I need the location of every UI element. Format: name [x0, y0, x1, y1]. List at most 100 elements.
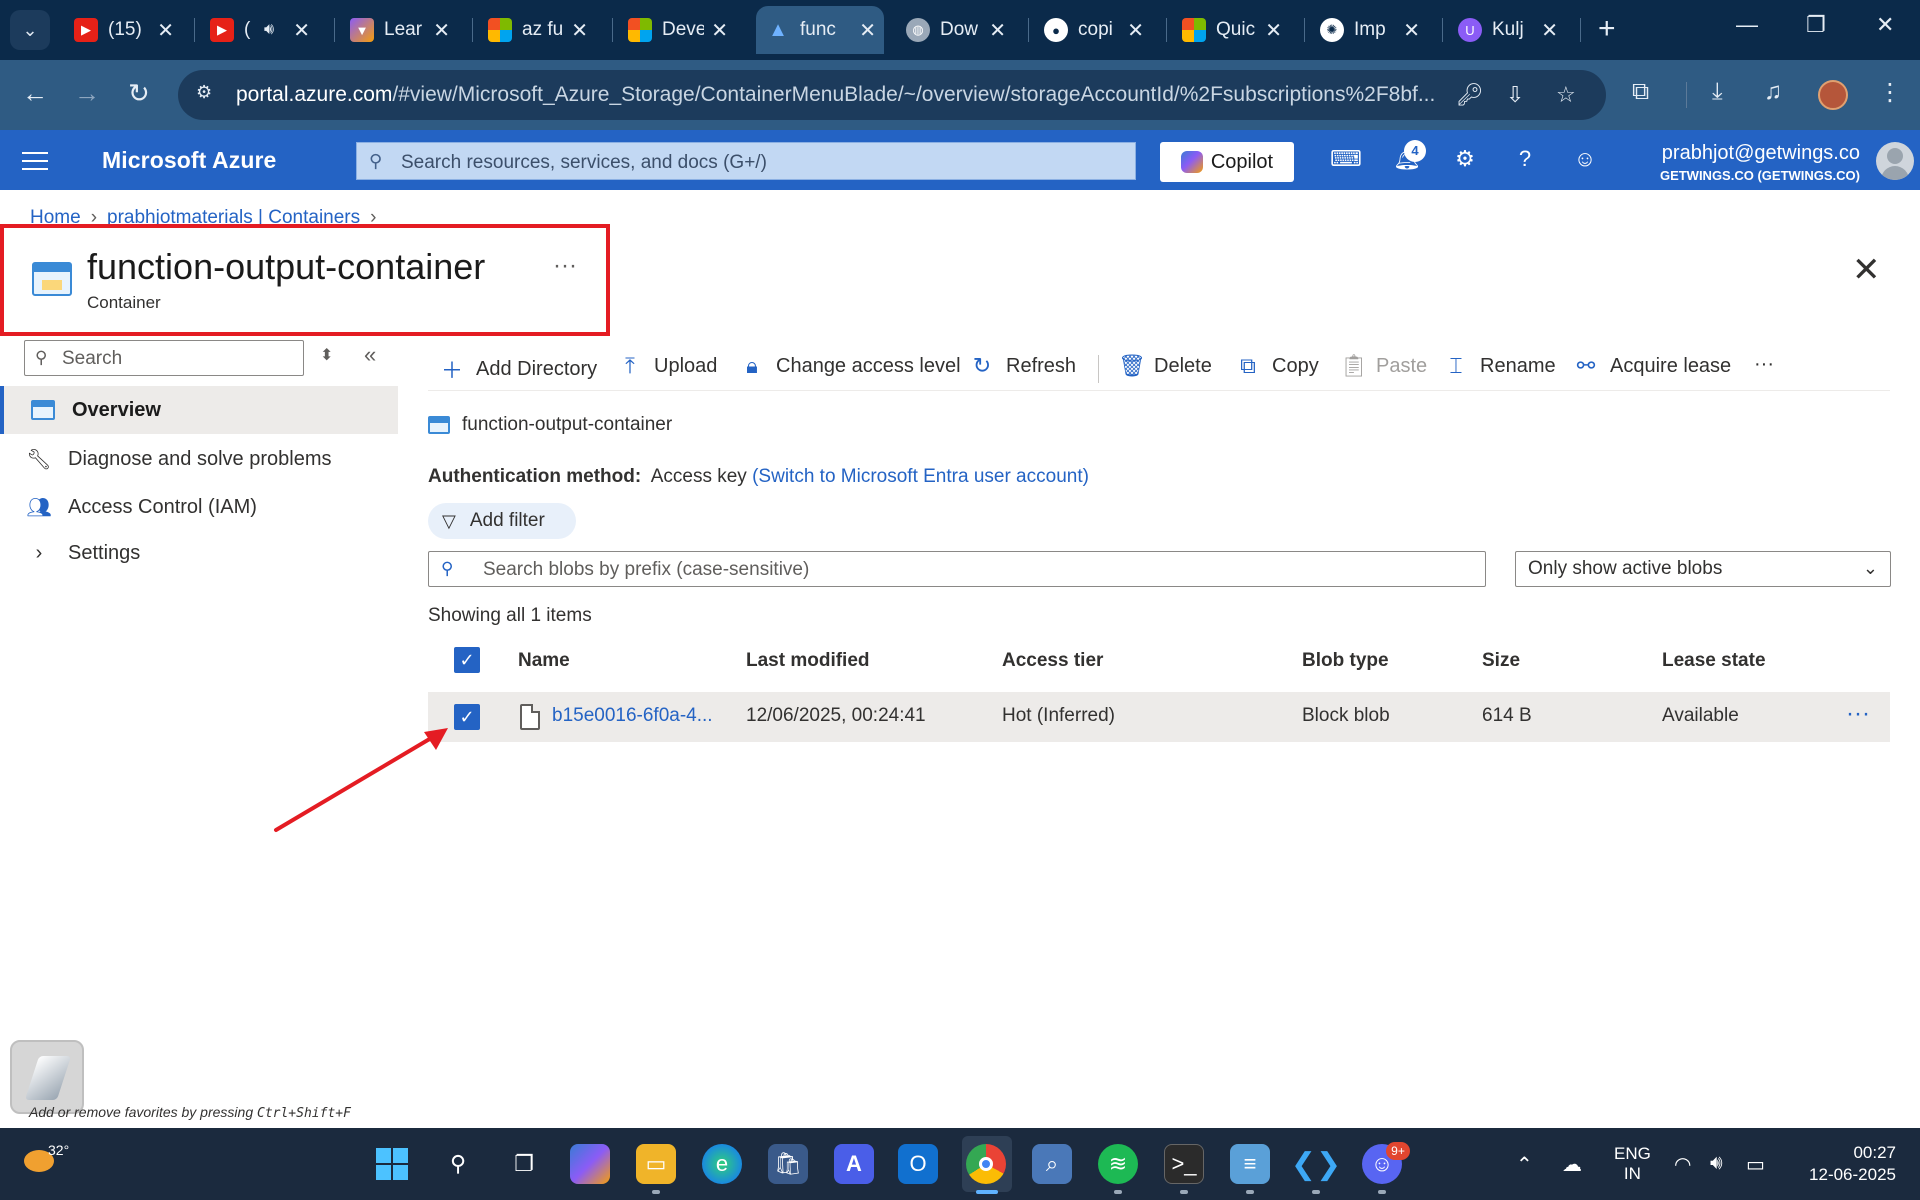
new-tab-button[interactable]: +	[1598, 12, 1616, 46]
language-indicator[interactable]: ENG IN	[1614, 1144, 1651, 1184]
browser-tab-youtube-2[interactable]: ▶ ( 🔊︎ ✕	[200, 6, 318, 54]
battery-icon[interactable]: ▭	[1746, 1152, 1765, 1177]
browser-tab-azure-active[interactable]: ▲ func ✕	[756, 6, 884, 54]
close-blade-icon[interactable]: ✕	[1852, 250, 1881, 290]
global-search-input[interactable]: ⚲ Search resources, services, and docs (…	[356, 142, 1136, 180]
close-tab-icon[interactable]: ✕	[157, 18, 174, 43]
sidebar-item-overview[interactable]: Overview	[0, 386, 398, 434]
browser-tab-youtube-1[interactable]: ▶ (15) ✕	[64, 6, 182, 54]
close-tab-icon[interactable]: ✕	[433, 18, 450, 43]
copy-button[interactable]: ⧉ Copy	[1236, 353, 1319, 379]
copilot-icon[interactable]	[570, 1144, 610, 1184]
wifi-icon[interactable]: ◠	[1674, 1152, 1691, 1177]
onedrive-icon[interactable]: ☁︎	[1562, 1152, 1582, 1177]
tab-search-button[interactable]: ⌄	[10, 10, 50, 50]
ai-app-icon[interactable]: A	[834, 1144, 874, 1184]
search-icon[interactable]: ⚲	[438, 1144, 478, 1184]
restore-icon[interactable]: ❐	[1806, 12, 1826, 38]
reload-button[interactable]: ↻	[128, 78, 150, 109]
column-blob-type[interactable]: Blob type	[1302, 650, 1389, 672]
paste-button[interactable]: 📋︎ Paste	[1340, 353, 1427, 379]
close-tab-icon[interactable]: ✕	[859, 18, 876, 43]
terminal-icon[interactable]: >_	[1164, 1144, 1204, 1184]
outlook-icon[interactable]: O	[898, 1144, 938, 1184]
address-bar[interactable]: ⚙︎ portal.azure.com/#view/Microsoft_Azur…	[178, 70, 1606, 120]
portal-menu-icon[interactable]	[22, 146, 48, 174]
add-directory-button[interactable]: ＋ Add Directory	[440, 353, 597, 385]
close-tab-icon[interactable]: ✕	[989, 18, 1006, 43]
snipping-tool-icon[interactable]: ⌕	[1032, 1144, 1072, 1184]
column-access-tier[interactable]: Access tier	[1002, 650, 1103, 672]
blob-name-link[interactable]: b15e0016-6f0a-4...	[552, 705, 713, 727]
browser-tab-microsoft-3[interactable]: Quic ✕	[1172, 6, 1290, 54]
back-button[interactable]: ←	[22, 78, 48, 109]
edge-icon[interactable]: e	[702, 1144, 742, 1184]
account-avatar[interactable]	[1876, 142, 1914, 180]
minimize-icon[interactable]: —	[1736, 12, 1758, 38]
browser-tab-github[interactable]: ● copi ✕	[1034, 6, 1152, 54]
blob-filter-dropdown[interactable]: Only show active blobs ⌄	[1515, 551, 1891, 587]
browser-tab-vite[interactable]: ▼ Lear ✕	[340, 6, 458, 54]
browser-tab-ucoder[interactable]: U Kulj ✕	[1448, 6, 1566, 54]
volume-icon[interactable]: 🔊︎	[1710, 1152, 1723, 1175]
chrome-icon[interactable]	[966, 1144, 1006, 1184]
column-last-modified[interactable]: Last modified	[746, 650, 870, 672]
select-all-checkbox[interactable]: ✓	[454, 647, 480, 673]
tray-overflow-icon[interactable]: ⌃	[1516, 1152, 1533, 1177]
azure-brand[interactable]: Microsoft Azure	[102, 147, 276, 174]
account-directory[interactable]: GETWINGS.CO (GETWINGS.CO)	[1660, 168, 1860, 183]
column-lease-state[interactable]: Lease state	[1662, 650, 1766, 672]
close-tab-icon[interactable]: ✕	[1127, 18, 1144, 43]
forward-button[interactable]: →	[74, 78, 100, 109]
file-explorer-icon[interactable]: ▭	[636, 1144, 676, 1184]
notepad-icon[interactable]: ≡	[1230, 1144, 1270, 1184]
store-icon[interactable]: 🛍︎	[768, 1144, 808, 1184]
site-info-icon[interactable]: ⚙︎	[196, 82, 222, 108]
chrome-menu-icon[interactable]: ⋮	[1878, 78, 1902, 107]
task-view-icon[interactable]: ❐	[504, 1144, 544, 1184]
close-tab-icon[interactable]: ✕	[293, 18, 310, 43]
add-filter-button[interactable]: ▽ Add filter	[428, 503, 576, 539]
close-window-icon[interactable]: ✕	[1876, 12, 1894, 38]
bookmark-star-icon[interactable]: ☆	[1556, 82, 1576, 108]
browser-tab-globe[interactable]: ◍ Dow ✕	[896, 6, 1014, 54]
browser-tab-openai[interactable]: ✺ Imp ✕	[1310, 6, 1428, 54]
change-access-level-button[interactable]: 🔒︎ Change access level	[740, 353, 960, 379]
close-tab-icon[interactable]: ✕	[1541, 18, 1558, 43]
close-tab-icon[interactable]: ✕	[1403, 18, 1420, 43]
account-email[interactable]: prabhjot@getwings.co	[1662, 142, 1860, 165]
speaker-icon[interactable]: 🔊︎	[264, 21, 274, 39]
cloud-shell-icon[interactable]: ⌨︎	[1330, 146, 1362, 176]
column-size[interactable]: Size	[1482, 650, 1520, 672]
row-more-icon[interactable]: ···	[1846, 700, 1870, 728]
profile-avatar[interactable]	[1818, 80, 1848, 110]
system-clock[interactable]: 00:27 12-06-2025	[1809, 1142, 1896, 1186]
collapse-menu-icon[interactable]: «	[364, 342, 376, 368]
browser-tab-microsoft-2[interactable]: Deve ✕	[618, 6, 736, 54]
sort-toggle-icon[interactable]: ⬍	[320, 345, 333, 365]
extensions-icon[interactable]: ⧉	[1632, 78, 1649, 106]
sidebar-item-diagnose[interactable]: 🔧︎ Diagnose and solve problems	[0, 435, 398, 483]
more-commands-button[interactable]: ···	[1754, 353, 1774, 376]
upload-button[interactable]: ⤒ Upload	[618, 353, 717, 379]
media-control-icon[interactable]: ♫	[1764, 78, 1782, 106]
table-row[interactable]: ✓ b15e0016-6f0a-4... 12/06/2025, 00:24:4…	[428, 692, 1890, 742]
sidebar-item-iam[interactable]: 👥︎ Access Control (IAM)	[0, 483, 398, 531]
close-tab-icon[interactable]: ✕	[1265, 18, 1282, 43]
spotify-icon[interactable]: ≋	[1098, 1144, 1138, 1184]
browser-tab-microsoft-1[interactable]: az fu ✕	[478, 6, 596, 54]
settings-gear-icon[interactable]: ⚙︎	[1450, 146, 1480, 176]
refresh-button[interactable]: ↻ Refresh	[970, 353, 1076, 379]
downloads-icon[interactable]: ⤓	[1712, 78, 1723, 106]
sidebar-item-settings[interactable]: › Settings	[0, 529, 398, 577]
help-icon[interactable]: ?	[1510, 146, 1540, 176]
url-text[interactable]: portal.azure.com/#view/Microsoft_Azure_S…	[236, 83, 1446, 107]
password-key-icon[interactable]: 🔑︎	[1456, 82, 1484, 108]
switch-auth-link[interactable]: (Switch to Microsoft Entra user account)	[752, 466, 1089, 487]
weather-widget[interactable]: 32°	[22, 1138, 72, 1188]
favorites-tile[interactable]	[10, 1040, 84, 1114]
close-tab-icon[interactable]: ✕	[571, 18, 588, 43]
acquire-lease-button[interactable]: ⚯ Acquire lease	[1574, 353, 1731, 379]
delete-button[interactable]: 🗑︎ Delete	[1118, 353, 1212, 379]
vscode-icon[interactable]: ❮❯	[1291, 1144, 1341, 1184]
